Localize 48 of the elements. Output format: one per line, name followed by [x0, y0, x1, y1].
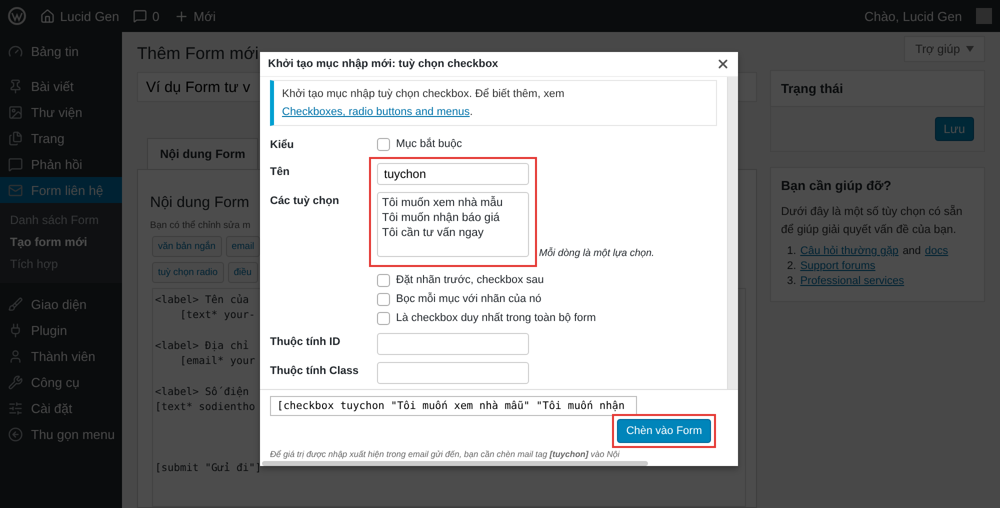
- code-line: [text* sodientho: [155, 400, 256, 415]
- code-line: [text* your-: [179, 308, 256, 323]
- field-label: Kiểu: [270, 138, 295, 151]
- list-number: 2.: [787, 260, 796, 272]
- checkbox[interactable]: [377, 274, 390, 286]
- checkbox-option[interactable]: Là checkbox duy nhất trong toàn bộ form: [377, 310, 717, 326]
- section-heading: Nội dung Form: [150, 194, 250, 211]
- help-text: Dưới đây là một số tùy chọn có sẵn để giúp giải quyết vấn đề của bạn.: [780, 204, 964, 238]
- list-text: and: [902, 245, 921, 257]
- field-label: Thuộc tính Class: [270, 364, 360, 377]
- notice-end: .: [470, 106, 473, 118]
- docs-link[interactable]: Checkboxes, radio buttons and menus: [282, 106, 470, 118]
- box-title: Bạn cần giúp đỡ?: [780, 177, 892, 195]
- dialog-title: Khởi tạo mục nhập mới: tuỳ chọn checkbox: [268, 58, 498, 70]
- checkbox-option[interactable]: Bọc mỗi mục với nhãn của nó: [377, 291, 717, 307]
- tag-field[interactable]: [checkbox tuychon "Tôi muốn xem nhà mẫu" "Tôi muốn nhận: [270, 396, 637, 416]
- field-label: Tên: [270, 165, 291, 178]
- text-field[interactable]: tuychon: [377, 163, 529, 185]
- close-icon[interactable]: [716, 57, 730, 71]
- checkbox[interactable]: [377, 138, 390, 150]
- notice-text: Khởi tạo mục nhập tuỳ chọn checkbox. Để biết thêm, xem: [282, 88, 564, 100]
- scrollbar[interactable]: [727, 77, 738, 389]
- help-link[interactable]: docs: [924, 245, 948, 257]
- help-link[interactable]: Professional services: [800, 275, 904, 287]
- footer-note: Để giá trị được nhập xuất hiện trong email gửi đến, bạn cần chèn mail tag [tuychon] vào Nội: [270, 449, 620, 460]
- field-label: Thuộc tính ID: [270, 335, 342, 348]
- box-title: Trạng thái: [780, 80, 844, 98]
- options-textarea[interactable]: Tôi muốn xem nhà mẫu Tôi muốn nhận báo giá Tôi cần tư vấn ngay: [377, 192, 529, 257]
- code-line: <label> Số điện: [155, 385, 250, 400]
- code-line: [email* your: [179, 354, 256, 369]
- code-line: <label> Địa chỉ: [155, 339, 250, 354]
- checkbox-option[interactable]: Mục bắt buộc: [377, 136, 717, 152]
- text-field[interactable]: [377, 333, 529, 355]
- code-line: <label> Tên của: [155, 293, 250, 308]
- text-field[interactable]: [377, 362, 529, 384]
- page-title: Thêm Form mới: [137, 44, 259, 64]
- list-number: 3.: [787, 275, 796, 287]
- help-link[interactable]: Câu hỏi thường gặp: [800, 245, 899, 257]
- field-hint: Mỗi dòng là một lựa chọn.: [539, 248, 654, 259]
- insert-button[interactable]: Chèn vào Form: [617, 419, 711, 444]
- help-link[interactable]: Support forums: [800, 260, 876, 272]
- checkbox-option[interactable]: Đặt nhãn trước, checkbox sau: [377, 272, 717, 288]
- checkbox[interactable]: [377, 312, 390, 324]
- checkbox[interactable]: [377, 292, 390, 306]
- scrollbar[interactable]: [262, 461, 648, 466]
- list-number: 1.: [787, 245, 796, 257]
- code-line: [submit "Gửi đi"]: [155, 461, 262, 476]
- field-label: Các tuỳ chọn: [270, 194, 340, 207]
